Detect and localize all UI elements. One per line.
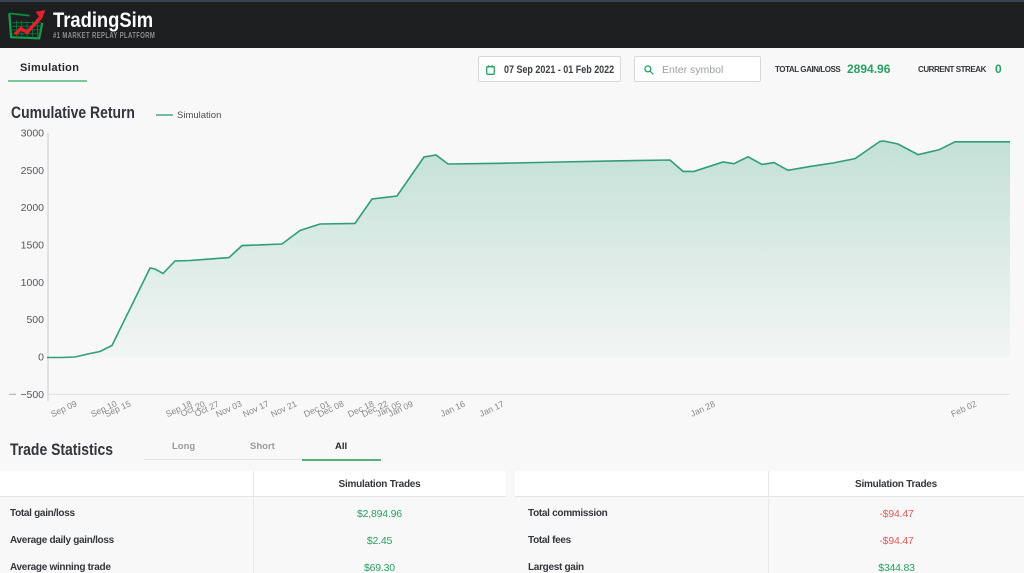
svg-text:3000: 3000	[21, 128, 45, 140]
svg-text:Feb 02: Feb 02	[949, 398, 978, 419]
svg-text:1000: 1000	[21, 277, 45, 289]
svg-text:500: 500	[26, 314, 44, 326]
svg-text:Sep 09: Sep 09	[49, 398, 78, 419]
svg-text:2000: 2000	[21, 202, 45, 214]
svg-text:Jan 16: Jan 16	[439, 399, 467, 419]
svg-text:Jan 17: Jan 17	[478, 399, 506, 419]
svg-text:Jan 28: Jan 28	[689, 399, 717, 419]
svg-text:Nov 21: Nov 21	[269, 398, 298, 419]
svg-text:−500: −500	[20, 389, 44, 401]
svg-text:Nov 17: Nov 17	[241, 398, 270, 419]
svg-text:1500: 1500	[21, 240, 45, 252]
svg-text:0: 0	[38, 352, 44, 364]
svg-text:Nov 03: Nov 03	[214, 398, 243, 419]
svg-text:2500: 2500	[21, 165, 45, 177]
